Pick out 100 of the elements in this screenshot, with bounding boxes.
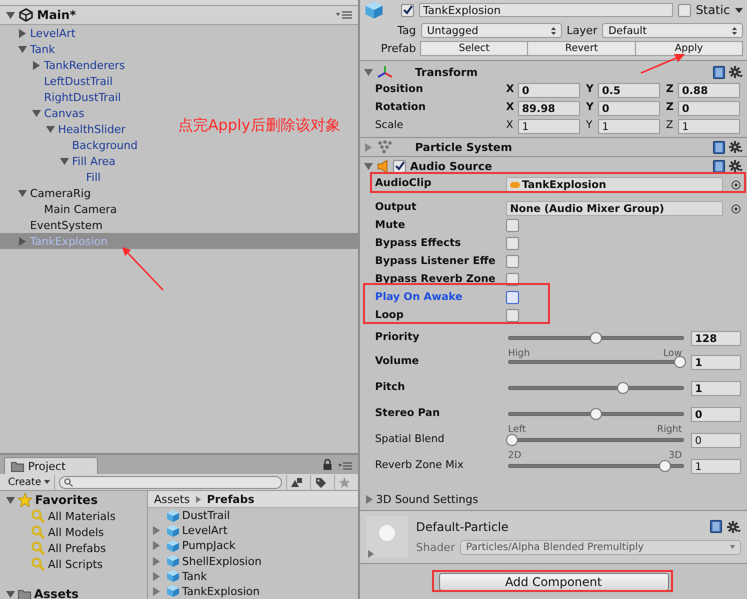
settings-icon[interactable] [729, 66, 743, 78]
slider-thumb[interactable] [590, 408, 602, 420]
breadcrumb-item[interactable]: Prefabs [206, 492, 254, 506]
slider-thumb[interactable] [658, 460, 671, 472]
menu-icon[interactable] [336, 11, 352, 19]
prefab-button[interactable]: Revert [527, 41, 636, 56]
expand-arrow-icon[interactable] [365, 494, 374, 504]
slider[interactable] [506, 331, 686, 345]
number-field[interactable]: 1 [691, 355, 741, 370]
expand-arrow-icon[interactable] [18, 188, 27, 198]
help-book-icon[interactable] [713, 140, 725, 154]
hierarchy-item[interactable]: RightDustTrail [0, 89, 121, 105]
asset-item[interactable]: DustTrail [182, 509, 230, 522]
slider[interactable] [506, 459, 686, 473]
expand-arrow-icon[interactable] [32, 108, 41, 118]
prefab-button[interactable]: Select [420, 41, 528, 56]
help-book-icon[interactable] [710, 520, 722, 533]
object-field[interactable]: TankExplosion [506, 177, 723, 192]
hierarchy-item[interactable]: Background [0, 137, 138, 153]
component-title[interactable]: Transform [415, 66, 709, 78]
slider[interactable] [506, 381, 686, 395]
hierarchy-item[interactable]: Main Camera [0, 201, 117, 217]
number-field[interactable]: 0 [518, 83, 580, 98]
layer-dropdown[interactable]: Default [602, 23, 744, 38]
expand-arrow-icon[interactable] [60, 156, 69, 166]
settings-icon[interactable] [727, 520, 741, 532]
hierarchy-item[interactable]: Tank [0, 41, 55, 57]
slider-thumb[interactable] [616, 382, 629, 394]
settings-icon[interactable] [729, 141, 743, 153]
expand-arrow-icon[interactable] [364, 162, 373, 170]
expand-arrow-icon[interactable] [364, 68, 373, 76]
add-component-button[interactable]: Add Component [438, 572, 668, 590]
expand-arrow-icon[interactable] [6, 590, 15, 598]
expand-arrow-icon[interactable] [32, 60, 41, 70]
number-field[interactable]: 1 [598, 119, 660, 134]
number-field[interactable]: 0.88 [678, 83, 740, 98]
prefab-button[interactable]: Apply [634, 41, 743, 56]
shader-dropdown[interactable]: Particles/Alpha Blended Premultiply [460, 540, 741, 554]
asset-item[interactable]: LevelArt [182, 524, 228, 538]
asset-item[interactable]: PumpJack [182, 539, 236, 552]
slider[interactable] [506, 433, 686, 447]
hierarchy-item[interactable]: Fill [0, 169, 101, 185]
checkbox[interactable] [506, 255, 519, 268]
asset-item[interactable]: Tank [182, 570, 207, 583]
checkbox[interactable] [506, 219, 519, 232]
object-field[interactable]: None (Audio Mixer Group) [506, 201, 723, 216]
expand-arrow-icon[interactable] [46, 124, 55, 134]
number-field[interactable]: 1 [691, 459, 741, 474]
expand-arrow-icon[interactable] [152, 586, 161, 596]
tag-dropdown[interactable]: Untagged [421, 23, 562, 38]
asset-item[interactable]: ShellExplosion [182, 554, 262, 568]
help-book-icon[interactable] [713, 160, 725, 172]
expand-arrow-icon[interactable] [6, 496, 15, 504]
slider-thumb[interactable] [674, 356, 686, 368]
number-field[interactable]: 89.98 [518, 101, 580, 116]
expand-arrow-icon[interactable] [152, 556, 161, 566]
active-checkbox[interactable] [401, 4, 414, 16]
expand-arrow-icon[interactable] [152, 572, 161, 581]
breadcrumb-item[interactable]: Assets [154, 492, 190, 506]
section-title[interactable]: 3D Sound Settings [376, 492, 478, 506]
hierarchy-item[interactable]: EventSystem [0, 217, 103, 233]
hierarchy-item[interactable]: HealthSlider [0, 121, 126, 137]
expand-arrow-icon[interactable] [6, 10, 15, 20]
number-field[interactable]: 0 [691, 407, 741, 422]
hierarchy-item[interactable]: Canvas [0, 105, 84, 121]
component-title[interactable]: Particle System [415, 140, 709, 154]
help-book-icon[interactable] [713, 66, 725, 78]
favorite-item[interactable]: All Scripts [48, 558, 103, 570]
number-field[interactable]: 128 [691, 331, 741, 346]
number-field[interactable]: 0.5 [598, 83, 660, 98]
hierarchy-item[interactable]: LeftDustTrail [0, 73, 113, 89]
hierarchy-item[interactable]: TankRenderers [0, 57, 125, 73]
expand-arrow-icon[interactable] [18, 28, 27, 38]
hierarchy-item[interactable]: CameraRig [0, 185, 91, 201]
checkbox[interactable] [506, 237, 519, 250]
settings-icon[interactable] [729, 160, 743, 172]
number-field[interactable]: 0 [598, 101, 660, 116]
slider-thumb[interactable] [590, 332, 602, 344]
checkbox[interactable] [506, 291, 519, 304]
static-checkbox[interactable] [678, 4, 691, 16]
menu-icon[interactable] [338, 462, 352, 470]
number-field[interactable]: 1 [678, 119, 740, 134]
number-field[interactable]: 1 [691, 381, 741, 396]
expand-arrow-icon[interactable] [18, 44, 27, 54]
enabled-checkbox[interactable] [393, 160, 406, 172]
favorite-item[interactable]: All Models [48, 526, 104, 538]
name-field[interactable]: TankExplosion [419, 3, 673, 17]
object-picker-icon[interactable] [731, 180, 741, 190]
expand-arrow-icon[interactable] [152, 541, 161, 550]
hierarchy-item[interactable]: LevelArt [0, 25, 76, 41]
asset-item[interactable]: TankExplosion [182, 584, 260, 598]
lock-icon[interactable] [323, 459, 332, 470]
slider[interactable] [506, 407, 686, 421]
create-button[interactable]: Create [4, 474, 56, 490]
number-field[interactable]: 0 [678, 101, 740, 116]
expand-arrow-icon[interactable] [152, 526, 161, 536]
search-field[interactable] [59, 476, 282, 488]
hierarchy-item[interactable]: Fill Area [0, 153, 116, 169]
number-field[interactable]: 0 [691, 433, 741, 448]
component-title[interactable]: Audio Source [410, 160, 709, 172]
